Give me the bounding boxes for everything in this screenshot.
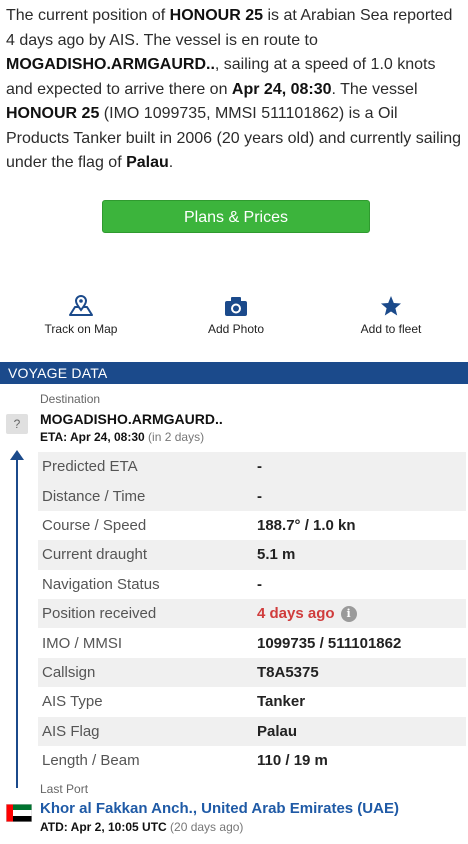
row-key: IMO / MMSI	[42, 634, 122, 652]
row-value: -	[257, 487, 262, 505]
row-key: Distance / Time	[42, 487, 146, 505]
atd-relative: (20 days ago)	[170, 820, 244, 834]
camera-icon	[225, 297, 247, 316]
eta-relative: (in 2 days)	[148, 430, 205, 444]
row-value: 110 / 19 m	[257, 752, 328, 770]
row-key: Predicted ETA	[42, 458, 138, 476]
voyage-data-header: VOYAGE DATA	[0, 362, 468, 384]
row-value: 1099735 / 511101862	[257, 634, 402, 652]
vessel-summary: The current position of HONOUR 25 is at …	[6, 4, 464, 176]
vessel-name-2: HONOUR 25	[6, 105, 100, 122]
row-key: Position received	[42, 605, 157, 623]
row-key: Length / Beam	[42, 752, 140, 770]
row-value: 188.7° / 1.0 kn	[257, 516, 356, 534]
row-course-speed: Course / Speed 188.7° / 1.0 kn	[38, 511, 466, 540]
track-on-map-label: Track on Map	[44, 322, 118, 336]
action-bar: Track on Map Add Photo Add to fleet	[0, 294, 468, 338]
row-ais-type: AIS Type Tanker	[38, 687, 466, 716]
map-pin-icon	[69, 295, 93, 316]
row-value: T8A5375	[257, 663, 319, 681]
summary-text-1: The current position of	[6, 7, 170, 24]
info-icon[interactable]: i	[340, 605, 357, 622]
eta-value: ETA: Apr 24, 08:30	[40, 430, 145, 444]
row-value: 5.1 m	[257, 546, 296, 564]
row-ais-flag: AIS Flag Palau	[38, 716, 466, 746]
summary-destination: MOGADISHO.ARMGAURD..	[6, 56, 215, 73]
row-key: Navigation Status	[42, 575, 160, 593]
row-key: Course / Speed	[42, 516, 147, 534]
destination-label: Destination	[40, 392, 101, 406]
summary-text-6: .	[168, 154, 174, 171]
row-distance-time: Distance / Time -	[38, 481, 466, 511]
row-position-received: Position received 4 days ago i	[38, 598, 466, 629]
summary-text-4: . The vessel	[331, 80, 418, 98]
uae-flag-icon	[6, 804, 32, 822]
row-current-draught: Current draught 5.1 m	[38, 540, 466, 570]
summary-flag: Palau	[126, 154, 169, 171]
route-line	[16, 458, 18, 788]
plans-prices-button[interactable]: Plans & Prices	[102, 200, 370, 233]
row-imo-mmsi: IMO / MMSI 1099735 / 511101862	[38, 628, 466, 657]
add-to-fleet-button[interactable]: Add to fleet	[326, 294, 456, 338]
row-key: AIS Flag	[42, 722, 100, 740]
star-icon	[381, 296, 401, 316]
add-photo-label: Add Photo	[207, 322, 265, 336]
add-to-fleet-label: Add to fleet	[360, 322, 422, 336]
row-key: AIS Type	[42, 693, 103, 711]
row-value: Palau	[257, 722, 298, 740]
last-port-atd: ATD: Apr 2, 10:05 UTC (20 days ago)	[40, 820, 243, 834]
track-on-map-button[interactable]: Track on Map	[16, 294, 146, 338]
unknown-port-icon: ?	[6, 414, 28, 434]
summary-eta: Apr 24, 08:30	[231, 80, 332, 98]
row-value: -	[257, 575, 262, 593]
destination-name: MOGADISHO.ARMGAURD..	[40, 411, 223, 427]
row-value: 4 days ago	[257, 605, 335, 623]
last-port-link[interactable]: Khor al Fakkan Anch., United Arab Emirat…	[40, 800, 399, 817]
row-predicted-eta: Predicted ETA -	[38, 452, 466, 482]
row-key: Current draught	[42, 546, 148, 564]
add-photo-button[interactable]: Add Photo	[171, 294, 301, 338]
row-length-beam: Length / Beam 110 / 19 m	[38, 746, 466, 775]
vessel-name: HONOUR 25	[169, 7, 263, 24]
row-callsign: Callsign T8A5375	[38, 657, 466, 688]
destination-eta: ETA: Apr 24, 08:30 (in 2 days)	[40, 430, 204, 444]
atd-value: ATD: Apr 2, 10:05 UTC	[40, 820, 167, 834]
voyage-data-table: Predicted ETA - Distance / Time - Course /…	[38, 452, 466, 775]
row-navigation-status: Navigation Status -	[38, 570, 466, 599]
row-key: Callsign	[42, 663, 96, 681]
row-value: -	[257, 458, 262, 476]
row-value: Tanker	[257, 693, 306, 711]
last-port-label: Last Port	[40, 782, 89, 796]
